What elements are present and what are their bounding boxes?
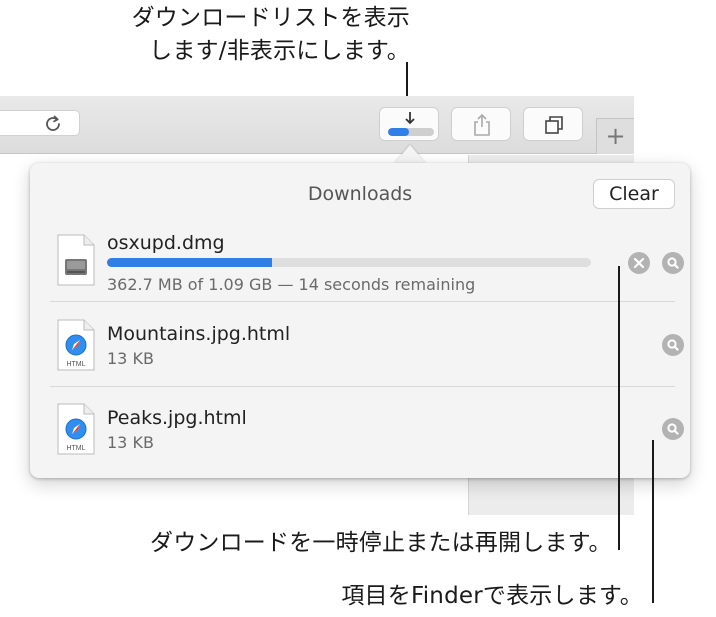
html-icon-label: HTML xyxy=(66,361,85,368)
downloads-button[interactable] xyxy=(379,107,439,141)
download-status: 362.7 MB of 1.09 GB — 14 seconds remaini… xyxy=(107,275,476,294)
callout-show-in-finder: 項目をFinderで表示します。 xyxy=(341,583,643,609)
show-in-finder-button[interactable] xyxy=(662,418,684,440)
screenshot-root: ダウンロードリストを表示 します/非表示にします。 + Downloads Cl… xyxy=(0,0,716,617)
callout-show-hide: ダウンロードリストを表示 します/非表示にします。 xyxy=(60,2,410,68)
html-document-icon: HTML xyxy=(57,403,95,455)
stop-icon xyxy=(633,257,645,269)
download-progress-fill xyxy=(388,128,409,136)
download-progress-bar xyxy=(107,258,591,267)
magnifier-icon xyxy=(667,423,679,435)
downloads-popover: Downloads Clear osxupd.dmg 362.7 MB of 1… xyxy=(30,163,690,478)
new-tab-icon: + xyxy=(605,122,626,150)
html-document-icon: HTML xyxy=(57,319,95,371)
downloads-title: Downloads xyxy=(307,183,413,205)
download-size: 13 KB xyxy=(107,433,154,452)
download-item[interactable]: osxupd.dmg 362.7 MB of 1.09 GB — 14 seco… xyxy=(50,218,684,302)
download-filename: osxupd.dmg xyxy=(107,232,225,254)
magnifier-icon xyxy=(667,339,679,351)
reload-icon xyxy=(46,115,60,131)
download-arrow-icon xyxy=(405,112,415,125)
callout-line-finder xyxy=(652,440,654,603)
show-in-finder-button[interactable] xyxy=(662,252,684,274)
row-separator xyxy=(50,301,675,302)
callout-show-hide-line1: ダウンロードリストを表示 xyxy=(131,5,410,31)
download-item[interactable]: HTML Mountains.jpg.html 13 KB xyxy=(50,303,684,387)
show-in-finder-button[interactable] xyxy=(662,334,684,356)
reload-button[interactable] xyxy=(40,111,66,137)
download-progress-fill xyxy=(107,258,272,267)
download-item[interactable]: HTML Peaks.jpg.html 13 KB xyxy=(50,387,684,471)
popover-pointer xyxy=(394,145,426,164)
download-progress-indicator xyxy=(388,128,434,136)
show-all-tabs-button[interactable] xyxy=(523,107,583,141)
share-button[interactable] xyxy=(451,107,511,141)
download-size: 13 KB xyxy=(107,349,154,368)
stop-resume-button[interactable] xyxy=(628,252,650,274)
callout-show-hide-line2: します/非表示にします。 xyxy=(149,38,410,64)
callout-line-pause xyxy=(618,266,620,550)
magnifier-icon xyxy=(667,257,679,269)
clear-button[interactable]: Clear xyxy=(593,179,675,209)
download-filename: Peaks.jpg.html xyxy=(107,407,247,429)
download-filename: Mountains.jpg.html xyxy=(107,323,291,345)
share-icon xyxy=(474,113,490,136)
disk-image-icon xyxy=(57,234,95,286)
callout-pause-resume: ダウンロードを一時停止または再開します。 xyxy=(150,530,612,556)
callout-line-top xyxy=(406,62,408,96)
tabs-icon xyxy=(545,116,563,134)
new-tab-button[interactable]: + xyxy=(596,118,634,154)
html-icon-label: HTML xyxy=(66,445,85,452)
